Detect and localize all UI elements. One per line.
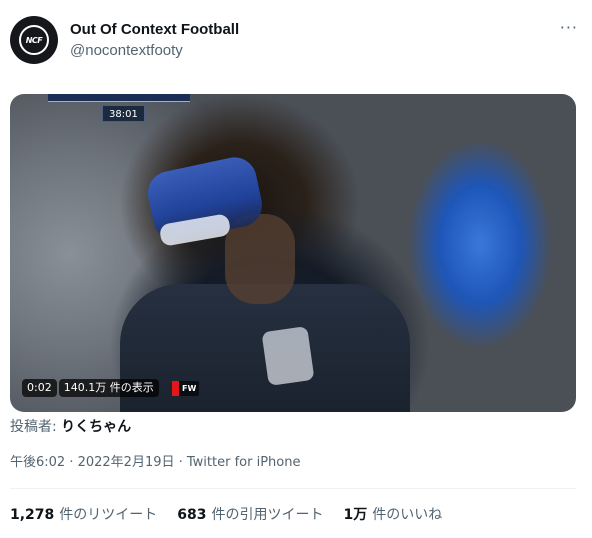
quote-tweets-stat[interactable]: 683 件の引用ツイート	[177, 505, 323, 525]
quote-tweets-count: 683	[177, 507, 207, 523]
retweets-label: 件のリツイート	[59, 507, 158, 523]
avatar[interactable]: NCF	[10, 16, 58, 64]
tweet-header: NCF Out Of Context Football @nocontextfo…	[10, 16, 582, 72]
divider	[10, 488, 576, 489]
more-options-icon[interactable]: ···	[560, 20, 578, 36]
quote-tweets-label: 件の引用ツイート	[211, 507, 324, 523]
fw-badge: FW	[172, 381, 200, 396]
view-count: 140.1万 件の表示	[58, 379, 159, 397]
video-overlay: 0:02 140.1万 件の表示	[22, 379, 159, 397]
likes-count: 1万	[343, 507, 368, 523]
elapsed-time: 0:02	[22, 379, 57, 397]
poster-label: 投稿者:	[10, 419, 62, 435]
retweets-stat[interactable]: 1,278 件のリツイート	[10, 505, 157, 525]
avatar-text: NCF	[25, 35, 43, 45]
retweets-count: 1,278	[10, 507, 55, 523]
fw-badge-label: FW	[182, 384, 197, 393]
ncf-logo-icon: NCF	[19, 25, 49, 55]
video-frame-shape	[261, 326, 315, 386]
red-marker-icon	[172, 381, 179, 396]
poster-attribution: 投稿者: りくちゃん	[10, 417, 131, 437]
author-handle[interactable]: @nocontextfooty	[70, 41, 239, 61]
likes-label: 件のいいね	[372, 507, 443, 523]
likes-stat[interactable]: 1万 件のいいね	[344, 505, 443, 525]
tweet-timestamp[interactable]: 午後6:02 · 2022年2月19日 · Twitter for iPhone	[10, 454, 300, 472]
score-bar	[48, 94, 190, 102]
author-display-name[interactable]: Out Of Context Football	[70, 21, 239, 39]
engagement-stats: 1,278 件のリツイート 683 件の引用ツイート 1万 件のいいね	[10, 505, 462, 525]
poster-name[interactable]: りくちゃん	[61, 419, 131, 435]
video-player[interactable]: 38:01 0:02 140.1万 件の表示 FW	[10, 94, 576, 412]
author-block: Out Of Context Football @nocontextfooty	[70, 21, 239, 61]
match-clock: 38:01	[102, 105, 145, 122]
